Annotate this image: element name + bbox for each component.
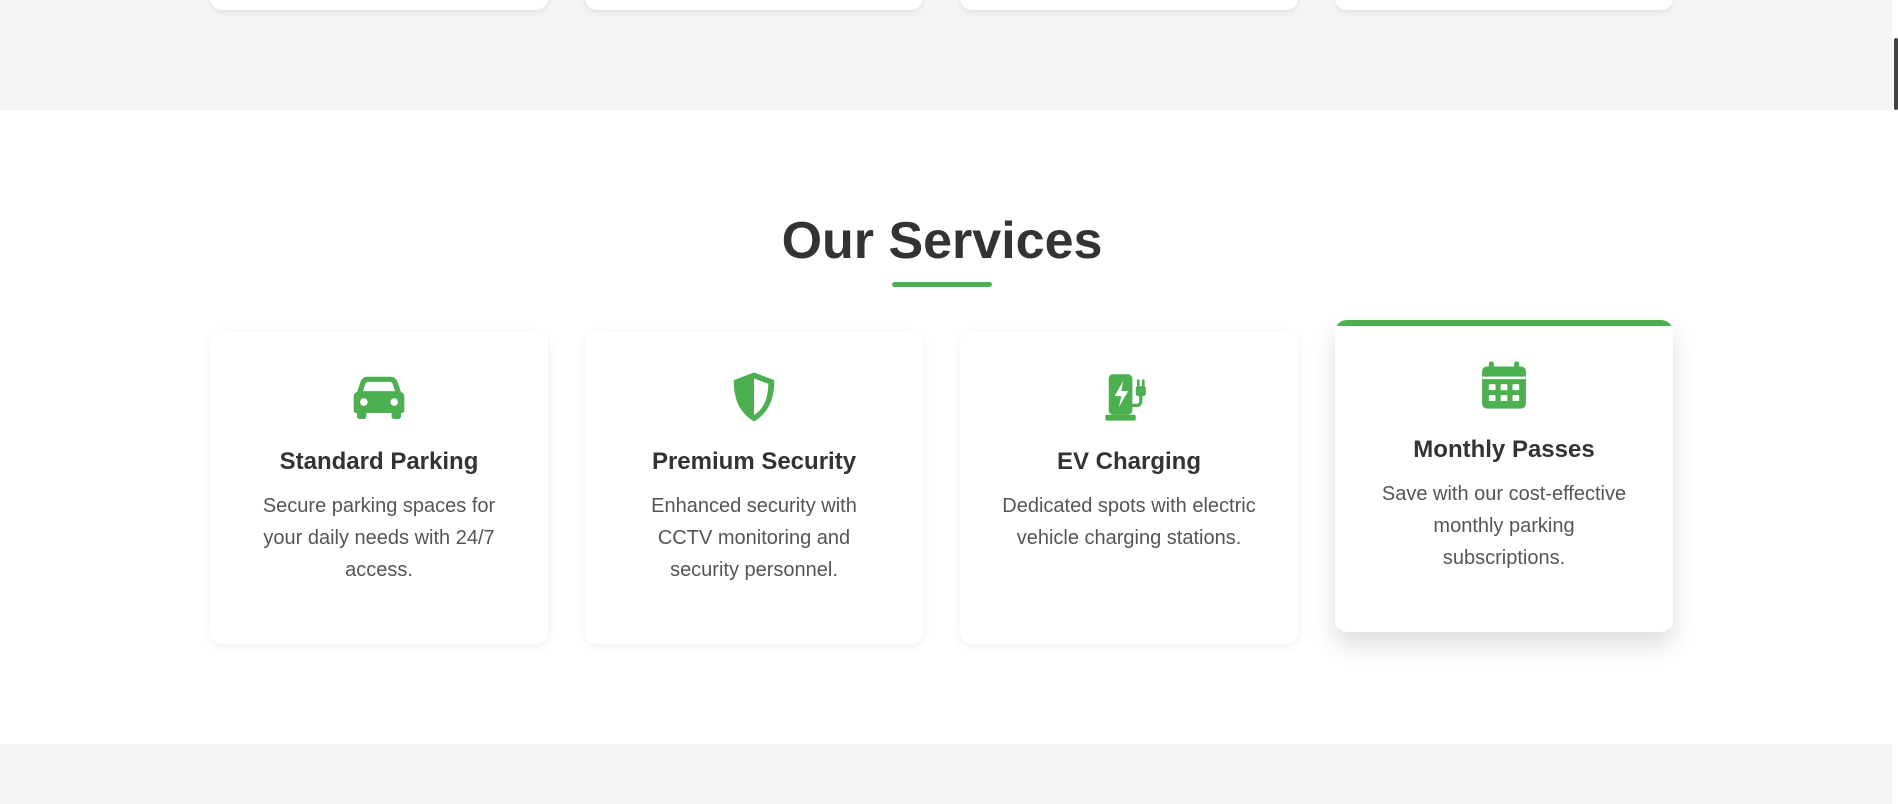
previous-section-card bbox=[1335, 0, 1673, 10]
section-title: Our Services bbox=[781, 212, 1103, 270]
next-section bbox=[0, 744, 1898, 804]
calendar-icon bbox=[1477, 358, 1531, 412]
card-description: Save with our cost-effective monthly par… bbox=[1381, 483, 1627, 569]
card-description: Enhanced security with CCTV monitoring a… bbox=[651, 495, 857, 581]
service-card-standard-parking[interactable]: Standard Parking Secure parking spaces f… bbox=[210, 332, 548, 644]
card-title: EV Charging bbox=[1056, 448, 1201, 475]
card-title: Standard Parking bbox=[279, 448, 479, 475]
service-card-monthly-passes[interactable]: Monthly Passes Save with our cost-effect… bbox=[1335, 320, 1673, 632]
previous-section-card bbox=[210, 0, 548, 10]
scrollbar[interactable] bbox=[1892, 0, 1898, 804]
card-description: Dedicated spots with electric vehicle ch… bbox=[1002, 495, 1256, 549]
title-underline bbox=[892, 282, 992, 287]
previous-section bbox=[0, 0, 1898, 110]
services-section: Our Services Standard Parking Secure par… bbox=[0, 110, 1898, 744]
card-description: Secure parking spaces for your daily nee… bbox=[262, 495, 496, 581]
previous-section-card bbox=[960, 0, 1298, 10]
shield-icon bbox=[727, 370, 781, 424]
card-title: Monthly Passes bbox=[1413, 436, 1595, 463]
car-icon bbox=[352, 370, 406, 424]
charging-station-icon bbox=[1102, 370, 1156, 424]
service-card-premium-security[interactable]: Premium Security Enhanced security with … bbox=[585, 332, 923, 644]
scrollbar-thumb[interactable] bbox=[1894, 38, 1898, 110]
service-card-ev-charging[interactable]: EV Charging Dedicated spots with electri… bbox=[960, 332, 1298, 644]
previous-section-card bbox=[585, 0, 923, 10]
card-title: Premium Security bbox=[651, 448, 857, 475]
